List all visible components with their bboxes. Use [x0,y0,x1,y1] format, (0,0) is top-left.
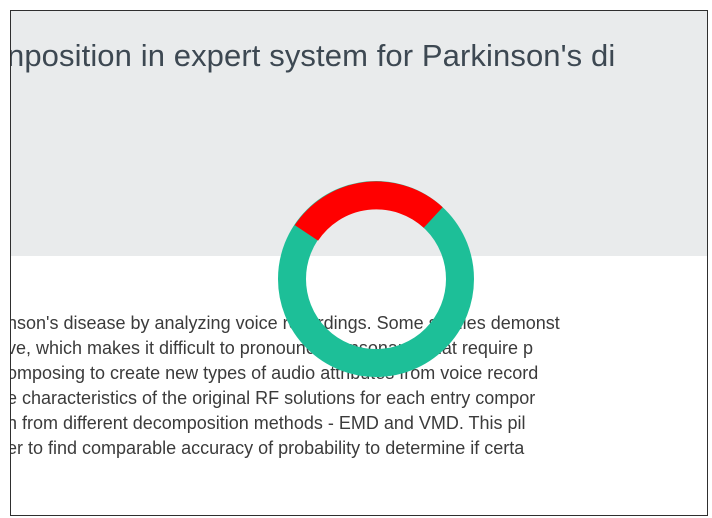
loading-spinner-icon [278,181,474,377]
page-frame: nposition in expert system for Parkinson… [10,10,708,516]
abstract-line: e characteristics of the original RF sol… [10,388,536,408]
article-title: nposition in expert system for Parkinson… [10,38,616,73]
abstract-line: er to find comparable accuracy of probab… [10,438,525,458]
abstract-line: n from different decomposition methods -… [10,413,526,433]
spinner-progress [294,181,443,242]
